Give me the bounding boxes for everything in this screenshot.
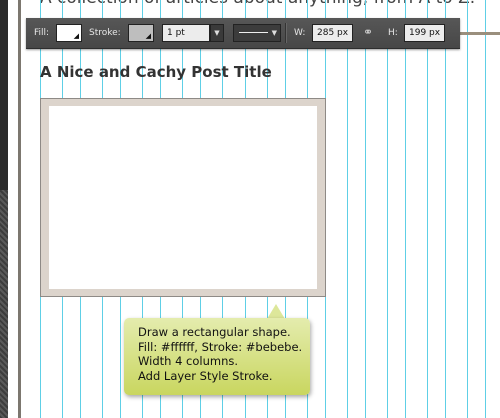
rectangle-shape[interactable] (40, 98, 326, 297)
fill-label: Fill: (34, 28, 50, 38)
chevron-down-icon: ◢ (73, 32, 79, 40)
divider (285, 23, 287, 43)
stroke-swatch[interactable]: ◢ (128, 24, 154, 42)
tooltip-pointer (267, 304, 285, 319)
width-label: W: (294, 28, 306, 38)
stroke-label: Stroke: (89, 28, 121, 38)
height-field[interactable]: 199 px (404, 24, 445, 42)
height-label: H: (388, 28, 398, 38)
tooltip-line: Draw a rectangular shape. (138, 325, 291, 339)
rectangle-fill (49, 106, 317, 289)
page-subtitle: A collection of articles about anything,… (40, 0, 475, 8)
page-left-rule (18, 0, 21, 418)
instruction-tooltip: Draw a rectangular shape. Fill: #ffffff,… (124, 318, 310, 395)
chevron-down-icon: ◢ (145, 32, 151, 40)
stroke-width-dropdown[interactable]: ▼ (210, 24, 224, 42)
stroke-width-field[interactable]: 1 pt (162, 24, 210, 42)
width-field[interactable]: 285 px (312, 24, 353, 42)
canvas-left-edge-dark (0, 0, 8, 190)
tooltip-line: Width 4 columns. (138, 354, 239, 368)
tooltip-line: Fill: #ffffff, Stroke: #bebebe. (138, 339, 303, 354)
stroke-style-dropdown[interactable]: ▼ (233, 24, 281, 42)
stroke-line-preview (239, 32, 268, 33)
chevron-down-icon: ▼ (271, 29, 277, 37)
fill-swatch[interactable]: ◢ (56, 24, 82, 42)
post-title: A Nice and Cachy Post Title (40, 63, 272, 81)
link-icon[interactable]: ⚭ (363, 26, 373, 38)
shape-options-bar: Fill: ◢ Stroke: ◢ 1 pt ▼ ▼ W: 285 px ⚭ H… (26, 18, 460, 49)
tooltip-line: Add Layer Style Stroke. (138, 368, 273, 383)
